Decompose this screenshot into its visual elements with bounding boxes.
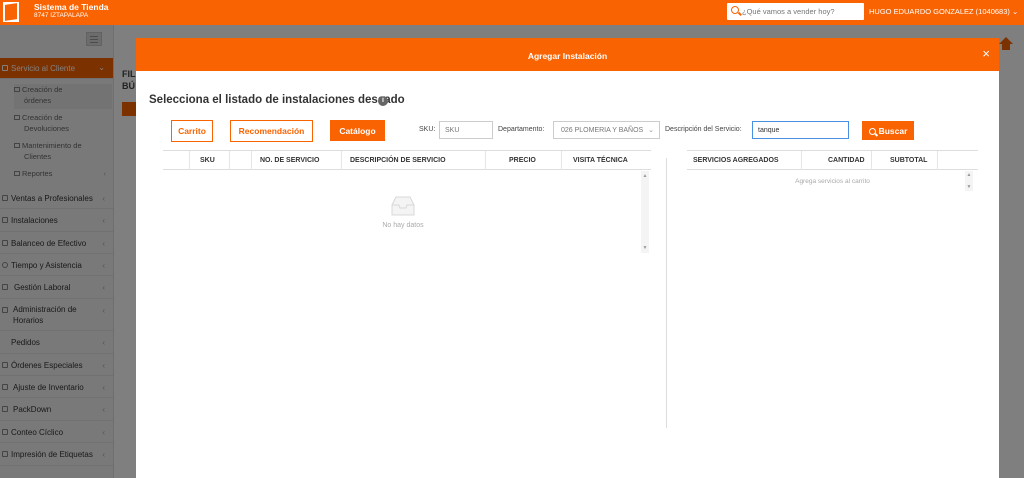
close-icon[interactable]: ×: [982, 47, 990, 60]
global-search-input[interactable]: [742, 5, 860, 18]
search-button[interactable]: Buscar: [862, 121, 914, 140]
scroll-down-icon[interactable]: ▼: [641, 245, 649, 251]
top-bar: Sistema de Tienda 8747 IZTAPALAPA HUGO E…: [0, 0, 1024, 25]
search-icon: [868, 127, 876, 135]
service-description-input[interactable]: [752, 121, 849, 139]
column-header-no-servicio: NO. DE SERVICIO: [260, 157, 320, 164]
recomendacion-button[interactable]: Recomendación: [230, 120, 313, 142]
chevron-down-icon: ⌄: [648, 127, 654, 134]
global-search[interactable]: [727, 3, 864, 20]
search-icon: [731, 6, 739, 14]
catalog-scrollbar[interactable]: ▲ ▼: [641, 171, 649, 253]
scroll-up-icon[interactable]: ▲: [641, 173, 649, 179]
empty-inbox-icon: [391, 196, 415, 216]
tables-divider: [666, 158, 667, 428]
modal-title: Agregar Instalación: [527, 51, 608, 61]
scroll-down-icon[interactable]: ▼: [965, 184, 973, 190]
catalog-table-header: SKU NO. DE SERVICIO DESCRIPCIÓN DE SERVI…: [163, 150, 651, 170]
column-header-subtotal: SUBTOTAL: [890, 157, 928, 164]
column-header-descripcion: DESCRIPCIÓN DE SERVICIO: [350, 157, 446, 164]
carrito-button[interactable]: Carrito: [171, 120, 213, 142]
user-menu[interactable]: HUGO EDUARDO GONZALEZ (1040683) ⌄: [869, 7, 1018, 16]
scroll-up-icon[interactable]: ▲: [965, 172, 973, 178]
app-title: Sistema de Tienda: [34, 2, 109, 12]
department-value: 026 PLOMERIA Y BAÑOS: [561, 127, 644, 134]
column-header-cantidad: CANTIDAD: [828, 157, 865, 164]
column-header-sku: SKU: [200, 157, 215, 164]
catalog-empty-message: No hay datos: [382, 222, 424, 229]
chevron-down-icon: ⌄: [1011, 7, 1019, 16]
cart-scrollbar[interactable]: ▲ ▼: [965, 171, 973, 191]
modal-heading: Selecciona el listado de instalaciones d…: [149, 94, 405, 106]
cart-empty-message: Agrega servicios al carrito: [795, 178, 870, 185]
column-header-visita-tecnica: VISITA TÉCNICA: [573, 157, 628, 164]
column-header-precio: PRECIO: [509, 157, 536, 164]
info-icon[interactable]: i: [378, 96, 388, 106]
sku-input[interactable]: [439, 121, 493, 139]
store-name: 8747 IZTAPALAPA: [34, 12, 89, 19]
column-header-servicios-agregados: SERVICIOS AGREGADOS: [693, 157, 779, 164]
add-installation-modal: Agregar Instalación × Selecciona el list…: [136, 38, 999, 478]
department-select[interactable]: 026 PLOMERIA Y BAÑOS ⌄: [553, 121, 660, 139]
cart-table-header: SERVICIOS AGREGADOS CANTIDAD SUBTOTAL: [687, 150, 978, 170]
user-name: HUGO EDUARDO GONZALEZ (1040683): [869, 7, 1010, 16]
home-depot-logo[interactable]: [3, 2, 19, 22]
catalogo-button[interactable]: Catálogo: [330, 120, 385, 141]
service-description-label: Descripción del Servicio:: [665, 126, 742, 133]
department-label: Departamento:: [498, 126, 545, 133]
sku-label: SKU:: [419, 126, 436, 133]
modal-header: Agregar Instalación ×: [136, 38, 999, 71]
